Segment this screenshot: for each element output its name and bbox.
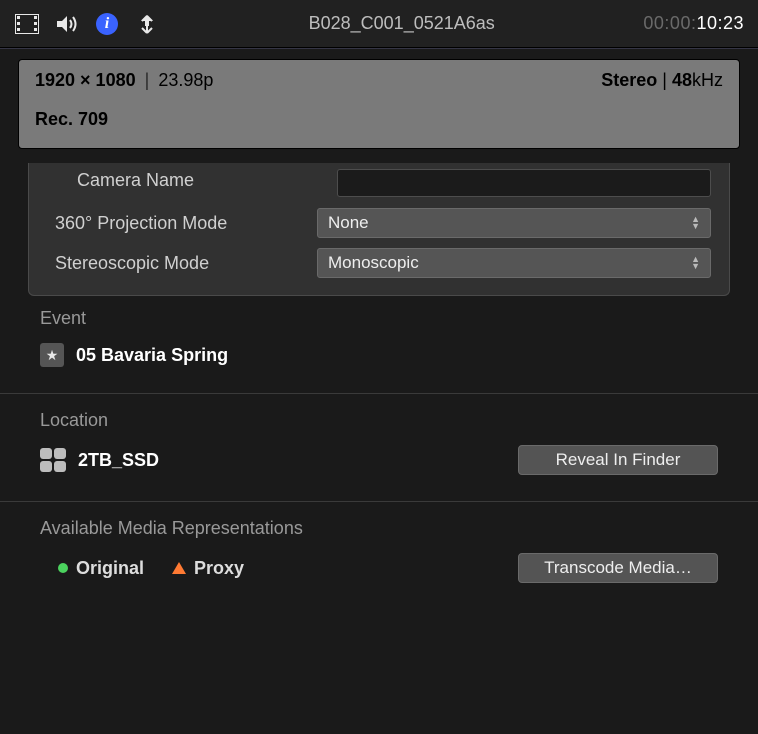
reveal-in-finder-button[interactable]: Reveal In Finder — [518, 445, 718, 475]
original-media-status: Original — [58, 558, 144, 579]
format-info-banner: 1920 × 1080 | 23.98p Stereo | 48kHz Rec.… — [18, 59, 740, 149]
video-inspector-tab[interactable] — [14, 11, 40, 37]
volume-disk-icon — [40, 448, 66, 472]
location-section-label: Location — [40, 410, 718, 431]
clip-name: B028_C001_0521A6as — [160, 13, 643, 34]
share-inspector-tab[interactable] — [134, 11, 160, 37]
stereoscopic-mode-label: Stereoscopic Mode — [47, 253, 317, 274]
projection-mode-label: 360° Projection Mode — [47, 213, 317, 234]
audio-inspector-tab[interactable] — [54, 11, 80, 37]
event-section-label: Event — [40, 308, 718, 329]
audio-format: Stereo | 48kHz — [601, 70, 723, 91]
chevron-updown-icon: ▲▼ — [691, 216, 700, 230]
camera-name-input[interactable] — [337, 169, 711, 197]
camera-name-label: Camera Name — [47, 170, 337, 191]
media-reps-label: Available Media Representations — [40, 518, 718, 539]
transcode-media-button[interactable]: Transcode Media… — [518, 553, 718, 583]
status-warning-icon — [172, 562, 186, 574]
location-name: 2TB_SSD — [78, 450, 159, 471]
event-star-icon: ★ — [40, 343, 64, 367]
stereoscopic-mode-select[interactable]: Monoscopic ▲▼ — [317, 248, 711, 278]
inspector-panel: Camera Name 360° Projection Mode None ▲▼… — [28, 163, 730, 296]
status-ok-icon — [58, 563, 68, 573]
chevron-updown-icon: ▲▼ — [691, 256, 700, 270]
timecode: 00:00:10:23 — [643, 13, 744, 34]
proxy-media-status: Proxy — [172, 558, 244, 579]
event-name: 05 Bavaria Spring — [76, 345, 228, 366]
projection-mode-select[interactable]: None ▲▼ — [317, 208, 711, 238]
color-space: Rec. 709 — [19, 101, 739, 148]
info-inspector-tab[interactable]: i — [94, 11, 120, 37]
resolution-framerate: 1920 × 1080 | 23.98p — [35, 70, 213, 91]
